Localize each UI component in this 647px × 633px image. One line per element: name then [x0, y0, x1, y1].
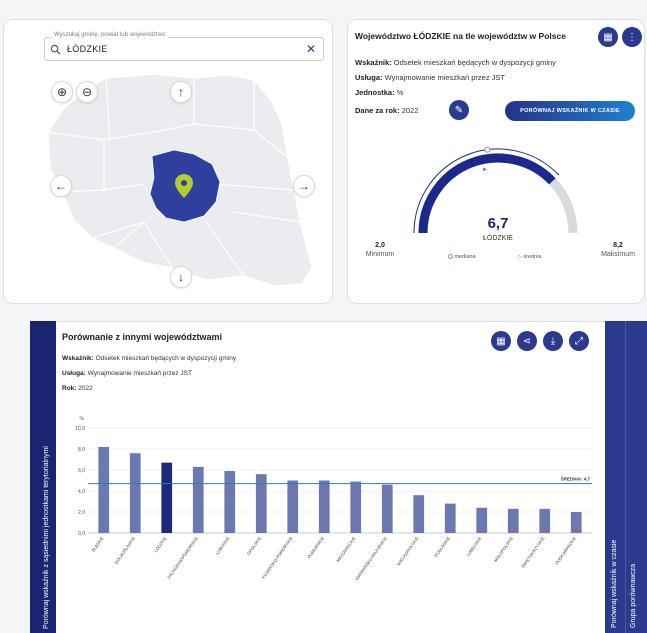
pan-left-button[interactable]: ← — [50, 175, 72, 197]
stats-title: Województwo ŁÓDZKIE na tle województw w … — [355, 31, 566, 41]
page: Wyszukaj gminę, powiat lub województwo Ł… — [0, 0, 647, 633]
zoom-in-button[interactable]: ⊕ — [51, 81, 73, 103]
x-tick-label: OPOLSKIE — [246, 536, 262, 556]
x-tick-label: WARMIŃSKO-MAZURSKIE — [354, 536, 388, 582]
map-card: Wyszukaj gminę, powiat lub województwo Ł… — [3, 19, 333, 304]
clear-icon[interactable]: ✕ — [306, 42, 316, 56]
gauge-region: ŁÓDZKIE — [483, 235, 513, 242]
search-input[interactable]: Wyszukaj gminę, powiat lub województwo Ł… — [44, 32, 324, 61]
x-tick-label: MAZOWIECKIE — [335, 536, 356, 563]
gauge-value: 6,7 — [487, 215, 509, 232]
bar-wielkopolskie[interactable] — [413, 495, 425, 533]
y-tick-label: 0,0 — [78, 531, 85, 537]
gauge-max-value: 8,2 — [613, 242, 623, 249]
pan-right-button[interactable]: → — [293, 175, 315, 197]
x-tick-label: ŁÓDZKIE — [153, 536, 167, 554]
bar-świętokrzyskie[interactable] — [539, 508, 551, 533]
edit-year-button[interactable]: ✎ — [449, 100, 469, 120]
bar-łódzkie[interactable] — [161, 462, 173, 533]
share-icon[interactable]: ⋖ — [517, 331, 537, 351]
bar-małopolskie[interactable] — [507, 508, 519, 533]
y-tick-label: 8,0 — [78, 447, 85, 453]
bar-zachodniopomorskie[interactable] — [192, 466, 204, 533]
bar-chart: ŚREDNIA: 4,7 % 0,0 2,0 4,0 6,0 8,0 10,0 ŚLĄSKIE… — [75, 416, 592, 582]
median-marker — [484, 146, 491, 153]
x-tick-label: ŚLĄSKIE — [90, 536, 104, 553]
median-icon — [448, 254, 453, 260]
bar-śląskie[interactable] — [98, 446, 110, 533]
pan-down-button[interactable]: ↓ — [170, 266, 192, 288]
more-options-icon[interactable]: ⋮ — [622, 27, 642, 47]
bar-podlaskie[interactable] — [444, 503, 456, 533]
zoom-out-button[interactable]: ⊖ — [76, 81, 98, 103]
service-line: Usługa: Wynajmowanie mieszkań przez JST — [355, 73, 505, 82]
bar-mazowieckie[interactable] — [350, 481, 362, 533]
y-tick-label: 10,0 — [75, 426, 85, 432]
year-line: Dane za rok: 2022 — [355, 106, 419, 115]
search-value: ŁÓDZKIE — [67, 44, 108, 54]
unit-line: Jednostka: % — [355, 88, 404, 97]
poland-map[interactable] — [44, 72, 319, 294]
pan-up-button[interactable]: ↑ — [170, 81, 192, 103]
left-strip-neighbors-tab[interactable]: Porównaj wskaźnik z sąsiednimi jednostka… — [30, 321, 56, 633]
y-tick-label: 2,0 — [78, 510, 85, 516]
x-tick-label: DOLNOŚLĄSKIE — [113, 536, 136, 566]
bar-warmińsko-mazurskie[interactable] — [381, 484, 393, 533]
gauge-min-label: Minimum — [365, 251, 395, 258]
x-tick-label: WIELKOPOLSKIE — [396, 536, 420, 567]
gauge-min-value: 2,0 — [375, 242, 385, 249]
x-tick-label: LUBUSKIE — [215, 536, 231, 556]
comparison-service-line: Usługa: Wynajmowanie mieszkań przez JST — [62, 370, 192, 377]
x-tick-label: PODLASKIE — [433, 536, 451, 558]
mean-icon: ▷ — [518, 254, 522, 260]
left-strip-label: Porównaj wskaźnik z sąsiednimi jednostka… — [43, 446, 50, 629]
comparison-title: Porównanie z innymi województwami — [62, 332, 223, 342]
y-tick-label: 4,0 — [78, 489, 85, 495]
bar-dolnośląskie[interactable] — [129, 453, 141, 533]
x-tick-label: KUJAWSKO-POMORSKIE — [261, 536, 294, 580]
legend-mean: ▷ średnia — [518, 254, 542, 260]
stats-card: Województwo ŁÓDZKIE na tle województw w … — [347, 19, 645, 304]
gauge-max-label: Maksimum — [601, 251, 635, 258]
bars — [98, 446, 582, 534]
y-unit-label: % — [80, 416, 85, 422]
bar-kujawsko-pomorskie[interactable] — [287, 480, 299, 534]
comparison-year-line: Rok: 2022 — [62, 385, 93, 392]
bar-lubelskie[interactable] — [476, 507, 488, 533]
bar-pomorskie[interactable] — [318, 480, 330, 534]
x-tick-label: POMORSKIE — [306, 536, 325, 560]
tab-compare-in-time[interactable]: Porównaj wskaźnik w czasie — [611, 540, 618, 628]
comparison-indicator-line: Wskaźnik: Odsetek mieszkań będących w dy… — [62, 355, 237, 362]
compare-in-time-button[interactable]: PORÓWNAJ WSKAŹNIK W CZASIE — [505, 101, 635, 121]
x-tick-label: MAŁOPOLSKIE — [493, 536, 514, 563]
x-tick-label: LUBELSKIE — [465, 536, 482, 558]
table-icon[interactable]: ▦ — [598, 27, 618, 47]
bar-opolskie[interactable] — [255, 474, 267, 533]
mean-label: ŚREDNIA: 4,7 — [561, 476, 591, 482]
table-icon[interactable]: ▦ — [491, 331, 511, 351]
search-legend: Wyszukaj gminę, powiat lub województwo — [51, 32, 169, 38]
mean-marker — [482, 167, 488, 172]
legend-median: mediana — [448, 254, 476, 260]
indicator-line: Wskaźnik: Odsetek mieszkań będących w dy… — [355, 58, 556, 67]
x-tick-label: ŚWIĘTOKRZYSKIE — [520, 536, 546, 569]
right-strip-separator — [625, 321, 626, 633]
bar-podkarpackie[interactable] — [570, 512, 582, 533]
fullscreen-icon[interactable]: ⤢ — [569, 331, 589, 351]
x-tick-label: ZACHODNIOPOMORSKIE — [166, 536, 199, 580]
download-icon[interactable]: ⤓ — [543, 331, 563, 351]
bar-lubuskie[interactable] — [224, 471, 236, 533]
y-tick-label: 6,0 — [78, 468, 85, 474]
tab-comparison-group[interactable]: Grupa porównawcza — [630, 564, 637, 628]
x-tick-label: PODKARPACKIE — [554, 536, 577, 566]
search-icon — [50, 44, 61, 55]
